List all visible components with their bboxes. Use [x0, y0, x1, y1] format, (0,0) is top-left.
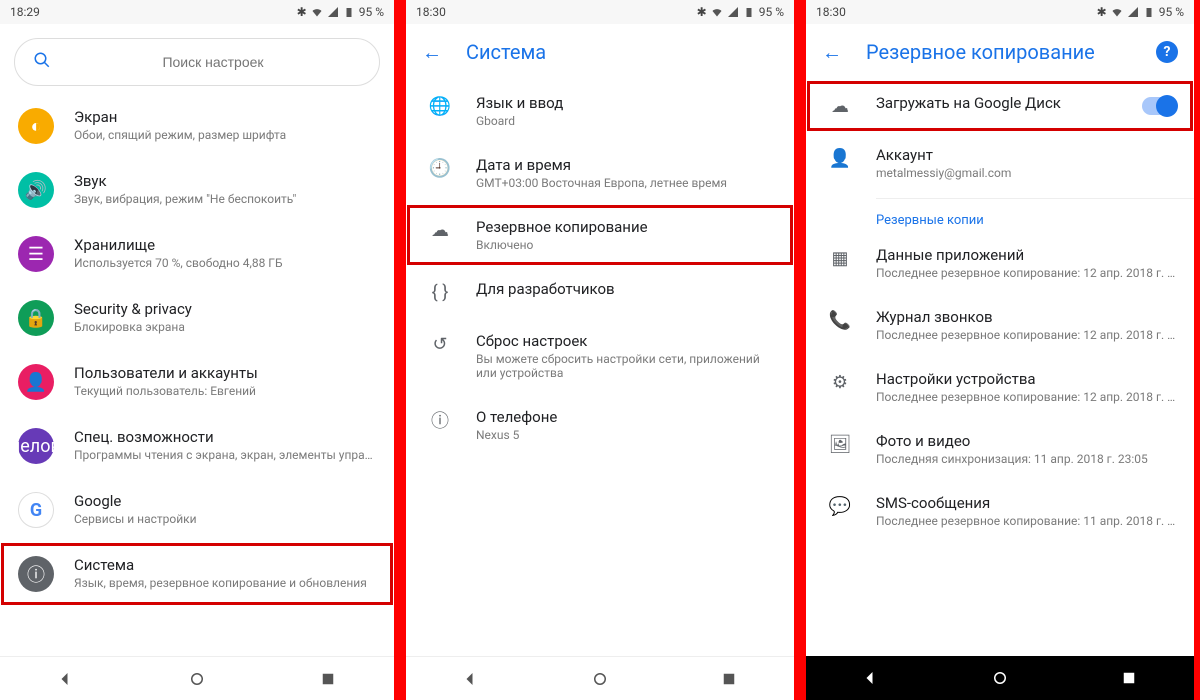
back-button[interactable]: ←: [822, 40, 842, 65]
clock-icon: 🕘: [428, 156, 452, 180]
users-icon: 👤: [18, 364, 54, 400]
item-about[interactable]: ⓘ О телефонеNexus 5: [406, 394, 794, 456]
item-upload-drive[interactable]: ☁ Загружать на Google Диск: [806, 80, 1194, 132]
status-time: 18:30: [416, 5, 446, 19]
item-call-log[interactable]: 📞 Журнал звонковПоследнее резервное копи…: [806, 294, 1194, 356]
battery-icon: [1143, 6, 1155, 18]
item-developer[interactable]: { } Для разработчиков: [406, 266, 794, 318]
status-bar: 18:30 ✱ 95 %: [406, 0, 794, 24]
status-time: 18:30: [816, 5, 846, 19]
search-icon: [33, 51, 51, 73]
search-input[interactable]: [65, 54, 361, 70]
backup-list: ☁ Загружать на Google Диск 👤 Аккаунтmeta…: [806, 80, 1194, 656]
nav-home[interactable]: [591, 670, 609, 688]
apps-icon: ▦: [828, 246, 852, 270]
bluetooth-icon: ✱: [1097, 5, 1107, 19]
divider: [876, 198, 1194, 199]
status-right: ✱ 95 %: [697, 5, 784, 19]
page-title: Система: [466, 40, 546, 64]
nav-home[interactable]: [188, 670, 206, 688]
nav-recent[interactable]: [319, 670, 337, 688]
status-bar: 18:30 ✱ 95 %: [806, 0, 1194, 24]
signal-icon: [1127, 6, 1139, 18]
screen-system: 18:30 ✱ 95 % ← Система 🌐 Язык и вводGboa…: [400, 0, 800, 700]
item-device-settings[interactable]: ⚙ Настройки устройстваПоследнее резервно…: [806, 356, 1194, 418]
globe-icon: 🌐: [428, 94, 452, 118]
wifi-icon: [711, 6, 723, 18]
back-button[interactable]: ←: [422, 40, 442, 65]
item-app-data[interactable]: ▦ Данные приложенийПоследнее резервное к…: [806, 232, 1194, 294]
system-list: 🌐 Язык и вводGboard 🕘 Дата и времяGMT+03…: [406, 80, 794, 656]
account-icon: 👤: [828, 146, 852, 170]
status-right: ✱ 95 %: [297, 5, 384, 19]
item-photos[interactable]: 🖼 Фото и видеоПоследняя синхронизация: 1…: [806, 418, 1194, 480]
battery-text: 95 %: [359, 5, 384, 19]
nav-bar: [406, 656, 794, 700]
nav-back[interactable]: [57, 670, 75, 688]
display-icon: ◐: [18, 108, 54, 144]
nav-back[interactable]: [862, 669, 880, 687]
item-sms[interactable]: 💬 SMS-сообщенияПоследнее резервное копир…: [806, 480, 1194, 542]
item-account[interactable]: 👤 Аккаунтmetalmessiy@gmail.com: [806, 132, 1194, 194]
storage-icon: ☰: [18, 236, 54, 272]
nav-bar: [806, 656, 1194, 700]
nav-recent[interactable]: [1120, 669, 1138, 687]
lock-icon: 🔒: [18, 300, 54, 336]
message-icon: 💬: [828, 494, 852, 518]
status-right: ✱ 95 %: [1097, 5, 1184, 19]
braces-icon: { }: [428, 280, 452, 304]
item-storage[interactable]: ☰ ХранилищеИспользуется 70 %, свободно 4…: [0, 222, 394, 286]
nav-bar: [0, 656, 394, 700]
wifi-icon: [1111, 6, 1123, 18]
item-datetime[interactable]: 🕘 Дата и времяGMT+03:00 Восточная Европа…: [406, 142, 794, 204]
upload-toggle[interactable]: [1142, 97, 1176, 115]
section-label: Резервные копии: [806, 203, 1194, 232]
item-users[interactable]: 👤 Пользователи и аккаунтыТекущий пользов…: [0, 350, 394, 414]
signal-icon: [327, 6, 339, 18]
item-sound[interactable]: 🔊 ЗвукЗвук, вибрация, режим "Не беспокои…: [0, 158, 394, 222]
header: ← Резервное копирование ?: [806, 24, 1194, 80]
cloud-check-icon: ☁: [828, 94, 852, 118]
gear-icon: ⚙: [828, 370, 852, 394]
signal-icon: [727, 6, 739, 18]
battery-icon: [743, 6, 755, 18]
screen-backup: 18:30 ✱ 95 % ← Резервное копирование ? ☁…: [800, 0, 1200, 700]
accessibility-icon: �человек: [18, 428, 54, 464]
settings-list: ◐ ЭкранОбои, спящий режим, размер шрифта…: [0, 94, 394, 656]
item-system[interactable]: ⓘ СистемаЯзык, время, резервное копирова…: [0, 542, 394, 606]
phone-icon: 📞: [828, 308, 852, 332]
wifi-icon: [311, 6, 323, 18]
image-icon: 🖼: [828, 432, 852, 456]
sound-icon: 🔊: [18, 172, 54, 208]
item-reset[interactable]: ↺ Сброс настроекВы можете сбросить настр…: [406, 318, 794, 394]
info-icon: ⓘ: [18, 556, 54, 592]
item-display[interactable]: ◐ ЭкранОбои, спящий режим, размер шрифта: [0, 94, 394, 158]
item-language[interactable]: 🌐 Язык и вводGboard: [406, 80, 794, 142]
bluetooth-icon: ✱: [297, 5, 307, 19]
search-bar[interactable]: [14, 38, 380, 86]
info-icon: ⓘ: [428, 408, 452, 432]
status-bar: 18:29 ✱ 95 %: [0, 0, 394, 24]
battery-icon: [343, 6, 355, 18]
item-backup[interactable]: ☁ Резервное копированиеВключено: [406, 204, 794, 266]
header: ← Система: [406, 24, 794, 80]
item-security[interactable]: 🔒 Security & privacyБлокировка экрана: [0, 286, 394, 350]
status-time: 18:29: [10, 5, 40, 19]
reset-icon: ↺: [428, 332, 452, 356]
page-title: Резервное копирование: [866, 40, 1095, 64]
battery-text: 95 %: [1159, 5, 1184, 19]
nav-recent[interactable]: [720, 670, 738, 688]
nav-home[interactable]: [991, 669, 1009, 687]
screen-settings: 18:29 ✱ 95 % ◐ ЭкранОбои, спящий режим, …: [0, 0, 400, 700]
bluetooth-icon: ✱: [697, 5, 707, 19]
google-icon: G: [18, 492, 54, 528]
battery-text: 95 %: [759, 5, 784, 19]
cloud-upload-icon: ☁: [428, 218, 452, 242]
item-accessibility[interactable]: �человек Спец. возможностиПрограммы чтен…: [0, 414, 394, 478]
help-button[interactable]: ?: [1156, 41, 1178, 63]
nav-back[interactable]: [462, 670, 480, 688]
item-google[interactable]: G GoogleСервисы и настройки: [0, 478, 394, 542]
